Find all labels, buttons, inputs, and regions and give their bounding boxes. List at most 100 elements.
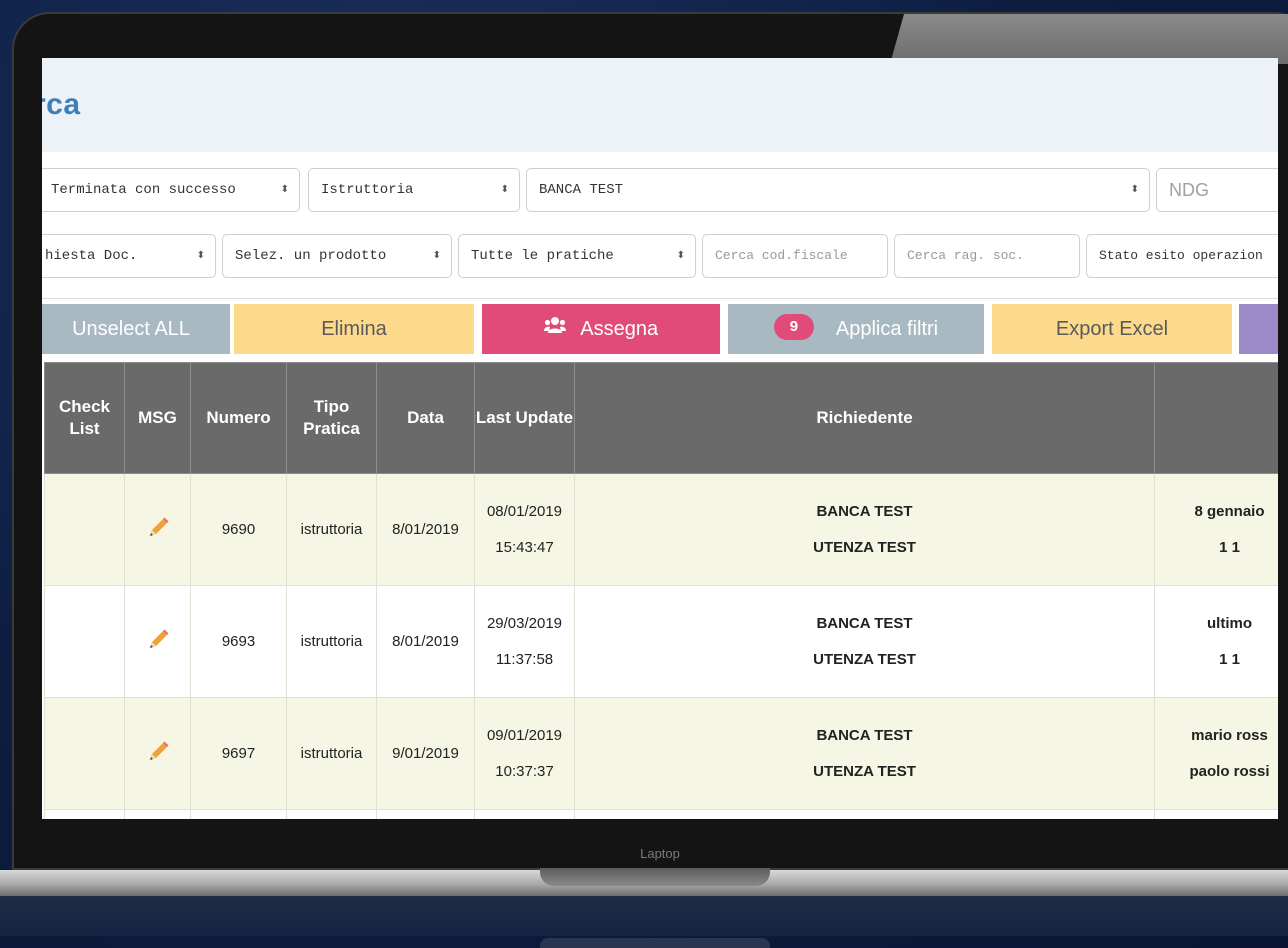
pratiche-value: Tutte le pratiche bbox=[471, 248, 614, 264]
prodotto-select[interactable]: Selez. un prodotto ⬍ bbox=[222, 234, 452, 278]
col-data[interactable]: Data bbox=[376, 362, 475, 474]
cod-fiscale-placeholder: Cerca cod.fiscale bbox=[715, 248, 848, 263]
stato-esito-select[interactable]: Stato esito operazion bbox=[1086, 234, 1278, 278]
extra-line-1: mario ross bbox=[1191, 726, 1268, 744]
msg-cell[interactable] bbox=[124, 473, 191, 586]
msg-cell[interactable] bbox=[124, 585, 191, 698]
stato-select-value: Terminata con successo bbox=[51, 182, 236, 198]
rag-soc-placeholder: Cerca rag. soc. bbox=[907, 248, 1025, 263]
cod-fiscale-input[interactable]: Cerca cod.fiscale bbox=[702, 234, 888, 278]
numero-cell: 9690 bbox=[190, 473, 287, 586]
unselect-all-button[interactable]: Unselect ALL bbox=[42, 304, 230, 354]
col-check-list[interactable]: Check List bbox=[44, 362, 125, 474]
numero-cell: 9693 bbox=[190, 585, 287, 698]
prodotto-value: Selez. un prodotto bbox=[235, 248, 387, 264]
laptop-shadow bbox=[0, 896, 1288, 936]
screen-glare bbox=[890, 14, 1288, 64]
check-list-cell[interactable] bbox=[44, 585, 125, 698]
richiedente-cell: BANCA TEST UTENZA TEST bbox=[574, 697, 1155, 810]
table-row[interactable]: 9690 istruttoria 8/01/2019 08/01/2019 15… bbox=[44, 473, 1278, 586]
pencil-icon[interactable] bbox=[145, 515, 171, 545]
check-list-cell[interactable] bbox=[44, 697, 125, 810]
last-update-time: 10:37:37 bbox=[495, 762, 554, 780]
richiedente-cell: BANCA TEST UTENZA TEST bbox=[574, 473, 1155, 586]
sort-arrows-icon: ⬍ bbox=[1130, 184, 1139, 195]
table-row[interactable]: 9693 istruttoria 8/01/2019 29/03/2019 11… bbox=[44, 585, 1278, 698]
col-numero[interactable]: Numero bbox=[190, 362, 287, 474]
users-icon bbox=[543, 303, 566, 353]
app-screen: rca Terminata con successo ⬍ Istruttoria… bbox=[42, 58, 1278, 819]
table-row[interactable] bbox=[44, 809, 1278, 819]
tipo-link[interactable]: istruttoria bbox=[286, 585, 377, 698]
richiesta-doc-value: hiesta Doc. bbox=[45, 248, 138, 264]
export-excel-button[interactable]: Export Excel bbox=[992, 304, 1232, 354]
tipo-link[interactable]: istruttoria bbox=[286, 473, 377, 586]
col-last-update[interactable]: Last Update bbox=[474, 362, 575, 474]
laptop-notch bbox=[540, 868, 770, 886]
table-row[interactable]: 9697 istruttoria 9/01/2019 09/01/2019 10… bbox=[44, 697, 1278, 810]
sort-arrows-icon: ⬍ bbox=[280, 184, 289, 195]
banca-select-value: BANCA TEST bbox=[539, 182, 624, 198]
extra-cell: ultimo 1 1 bbox=[1154, 585, 1278, 698]
stato-select[interactable]: Terminata con successo ⬍ bbox=[42, 168, 300, 212]
laptop-stand bbox=[540, 938, 770, 948]
pencil-icon[interactable] bbox=[145, 627, 171, 657]
tipo-select-value: Istruttoria bbox=[321, 182, 414, 198]
sort-arrows-icon: ⬍ bbox=[676, 250, 685, 261]
filters-divider bbox=[42, 298, 1278, 299]
filtri-count-badge: 9 bbox=[773, 313, 814, 340]
stato-esito-value: Stato esito operazion bbox=[1099, 248, 1263, 263]
tipo-link[interactable]: istruttoria bbox=[286, 697, 377, 810]
richiedente-banca: BANCA TEST bbox=[816, 614, 913, 632]
richiesta-doc-select[interactable]: hiesta Doc. ⬍ bbox=[42, 234, 216, 278]
ndg-input[interactable]: NDG bbox=[1156, 168, 1278, 212]
extra-line-2: 1 1 bbox=[1219, 650, 1240, 668]
extra-action-button[interactable] bbox=[1239, 304, 1278, 354]
extra-line-1: 8 gennaio bbox=[1194, 502, 1265, 520]
ndg-placeholder: NDG bbox=[1169, 180, 1209, 200]
col-extra[interactable] bbox=[1154, 362, 1278, 474]
richiedente-utenza: UTENZA TEST bbox=[813, 762, 916, 780]
extra-line-2: paolo rossi bbox=[1189, 762, 1270, 780]
extra-cell: mario ross paolo rossi bbox=[1154, 697, 1278, 810]
richiedente-utenza: UTENZA TEST bbox=[813, 650, 916, 668]
col-msg[interactable]: MSG bbox=[124, 362, 191, 474]
export-excel-label: Export Excel bbox=[1055, 318, 1169, 340]
extra-line-2: 1 1 bbox=[1219, 538, 1240, 556]
msg-cell[interactable] bbox=[124, 697, 191, 810]
data-cell: 8/01/2019 bbox=[376, 585, 475, 698]
last-update-date: 29/03/2019 bbox=[486, 614, 563, 632]
pencil-icon[interactable] bbox=[145, 739, 171, 769]
page-title: rca bbox=[42, 88, 81, 121]
tipo-select[interactable]: Istruttoria ⬍ bbox=[308, 168, 520, 212]
extra-line-1: ultimo bbox=[1207, 614, 1252, 632]
col-richiedente[interactable]: Richiedente bbox=[574, 362, 1155, 474]
richiedente-utenza: UTENZA TEST bbox=[813, 538, 916, 556]
device-label: Laptop bbox=[640, 846, 680, 861]
sort-arrows-icon: ⬍ bbox=[196, 250, 205, 261]
assegna-label: Assegna bbox=[580, 318, 659, 340]
data-cell: 9/01/2019 bbox=[376, 697, 475, 810]
col-tipo-pratica[interactable]: Tipo Pratica bbox=[286, 362, 377, 474]
rag-soc-input[interactable]: Cerca rag. soc. bbox=[894, 234, 1080, 278]
last-update-cell: 09/01/2019 10:37:37 bbox=[474, 697, 575, 810]
sort-arrows-icon: ⬍ bbox=[500, 184, 509, 195]
last-update-date: 09/01/2019 bbox=[486, 726, 563, 744]
sort-arrows-icon: ⬍ bbox=[432, 250, 441, 261]
applica-filtri-button[interactable]: 9 Applica filtri bbox=[728, 304, 984, 354]
last-update-date: 08/01/2019 bbox=[486, 502, 563, 520]
banca-select[interactable]: BANCA TEST ⬍ bbox=[526, 168, 1150, 212]
last-update-time: 15:43:47 bbox=[495, 538, 554, 556]
richiedente-banca: BANCA TEST bbox=[816, 502, 913, 520]
check-list-cell[interactable] bbox=[44, 473, 125, 586]
assegna-button[interactable]: Assegna bbox=[482, 304, 720, 354]
data-cell: 8/01/2019 bbox=[376, 473, 475, 586]
richiedente-cell: BANCA TEST UTENZA TEST bbox=[574, 585, 1155, 698]
table-header-row: Check List MSG Numero Tipo Pratica Data … bbox=[44, 362, 1278, 474]
pratiche-table: Check List MSG Numero Tipo Pratica Data … bbox=[44, 362, 1278, 819]
elimina-button[interactable]: Elimina bbox=[234, 304, 474, 354]
extra-cell: 8 gennaio 1 1 bbox=[1154, 473, 1278, 586]
richiedente-banca: BANCA TEST bbox=[816, 726, 913, 744]
last-update-cell: 29/03/2019 11:37:58 bbox=[474, 585, 575, 698]
pratiche-select[interactable]: Tutte le pratiche ⬍ bbox=[458, 234, 696, 278]
